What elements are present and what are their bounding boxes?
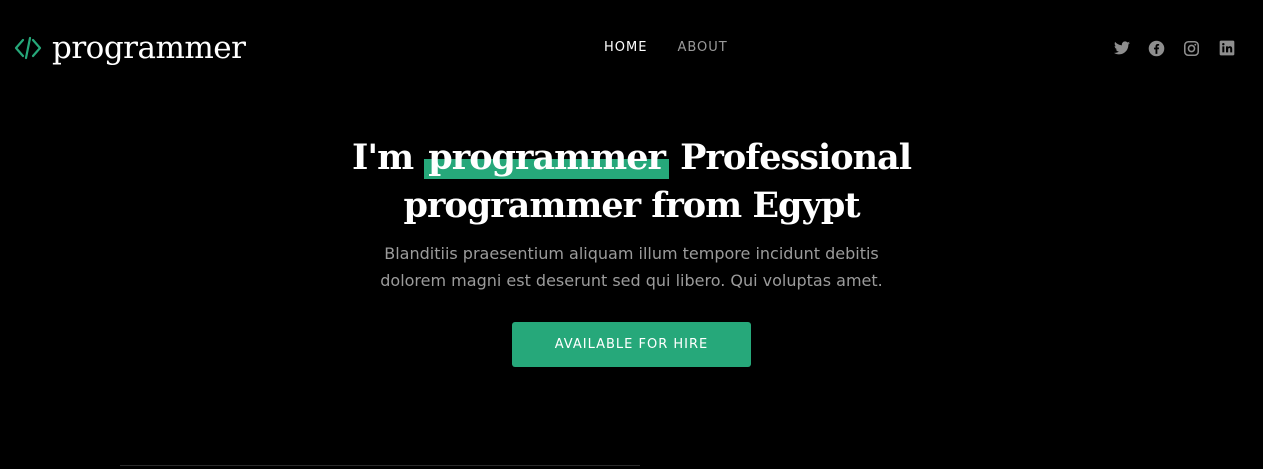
nav-about[interactable]: ABOUT [677,40,727,55]
code-icon [12,32,44,64]
brand-name: programmer [52,29,246,66]
social-links [1113,38,1235,58]
available-for-hire-button[interactable]: AVAILABLE FOR HIRE [512,322,751,367]
linkedin-icon[interactable] [1218,40,1235,57]
hero-title-highlight-text: programmer [428,137,666,178]
instagram-icon[interactable] [1183,40,1200,57]
hero-title-prefix: I'm [351,137,414,178]
hero-subtitle: Blanditiis praesentium aliquam illum tem… [380,244,883,290]
brand-logo-link[interactable]: programmer [12,26,246,70]
hero-title-highlight: programmer [424,134,669,182]
nav-home[interactable]: HOME [604,40,647,55]
main-nav: HOME ABOUT [604,36,728,58]
twitter-icon[interactable] [1113,40,1130,57]
facebook-icon[interactable] [1148,40,1165,57]
section-divider [120,465,640,469]
hero-section: I'm programmer Professional programmer f… [0,134,1263,367]
site-header: programmer HOME ABOUT [0,0,1263,96]
hero-title: I'm programmer Professional programmer f… [312,134,952,230]
